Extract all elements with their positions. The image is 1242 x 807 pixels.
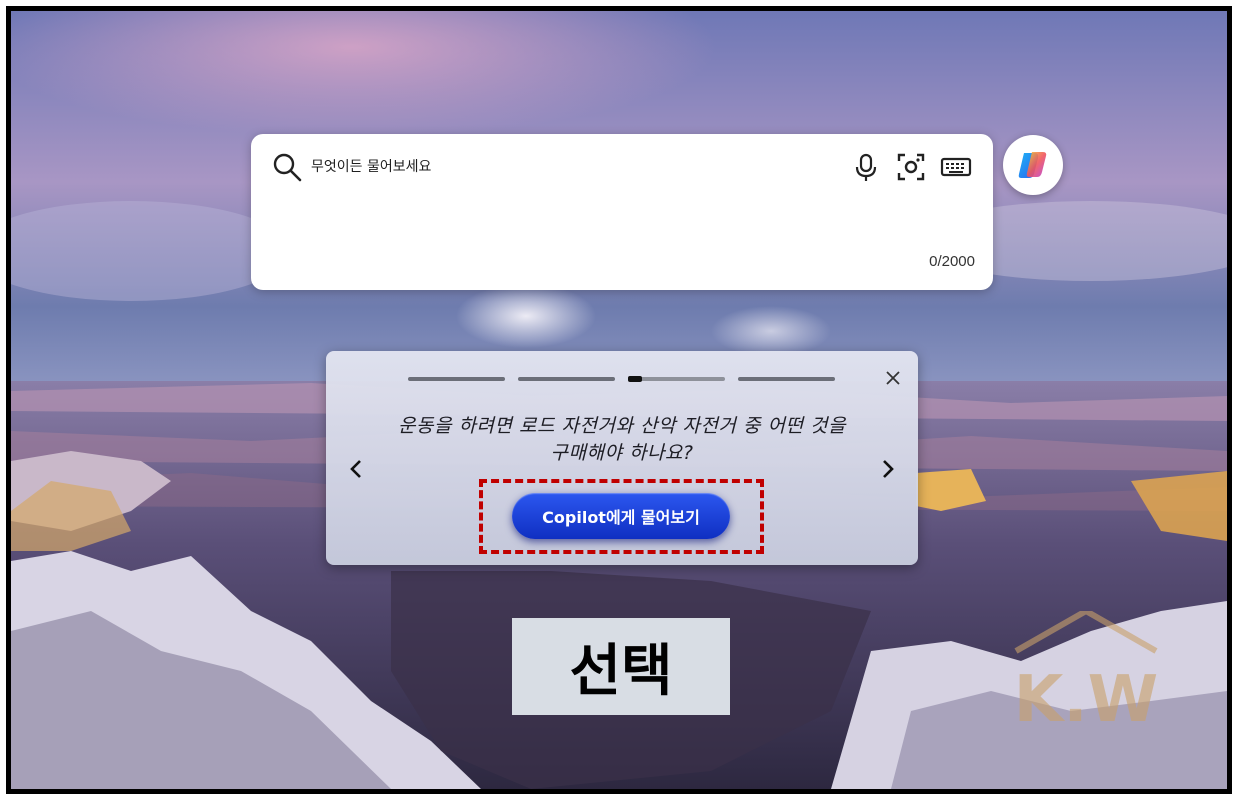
chevron-right-icon[interactable] — [876, 455, 900, 483]
watermark-text: K.W — [1014, 663, 1159, 737]
chevron-left-icon[interactable] — [344, 455, 368, 483]
annotation-label: 선택 — [512, 618, 730, 715]
suggestion-card: 운동을 하려면 로드 자전거와 산악 자전거 중 어떤 것을 구매해야 하나요?… — [326, 351, 918, 565]
search-box[interactable]: 무엇이든 물어보세요 0/2000 — [251, 134, 993, 290]
screenshot-frame: 무엇이든 물어보세요 0/2000 운동을 하려면 로드 자전거와 산악 자전거… — [6, 6, 1232, 794]
progress-segment-current — [628, 376, 725, 382]
progress-indicator — [628, 376, 642, 382]
close-icon[interactable] — [882, 367, 904, 389]
progress-segment — [518, 377, 615, 381]
progress-segment — [738, 377, 835, 381]
suggestion-prompt-text: 운동을 하려면 로드 자전거와 산악 자전거 중 어떤 것을 구매해야 하나요? — [398, 415, 846, 464]
copilot-button[interactable] — [1003, 135, 1063, 195]
search-icon[interactable] — [271, 151, 303, 183]
search-input[interactable]: 무엇이든 물어보세요 — [311, 156, 431, 176]
keyboard-icon[interactable] — [939, 150, 973, 184]
character-counter: 0/2000 — [929, 253, 975, 270]
progress-segment — [408, 377, 505, 381]
watermark-logo: K.W — [1014, 611, 1159, 737]
copilot-logo-icon — [1018, 152, 1047, 178]
ask-copilot-button[interactable]: Copilot에게 물어보기 — [512, 493, 730, 539]
microphone-icon[interactable] — [849, 150, 883, 184]
camera-lens-icon[interactable] — [894, 150, 928, 184]
